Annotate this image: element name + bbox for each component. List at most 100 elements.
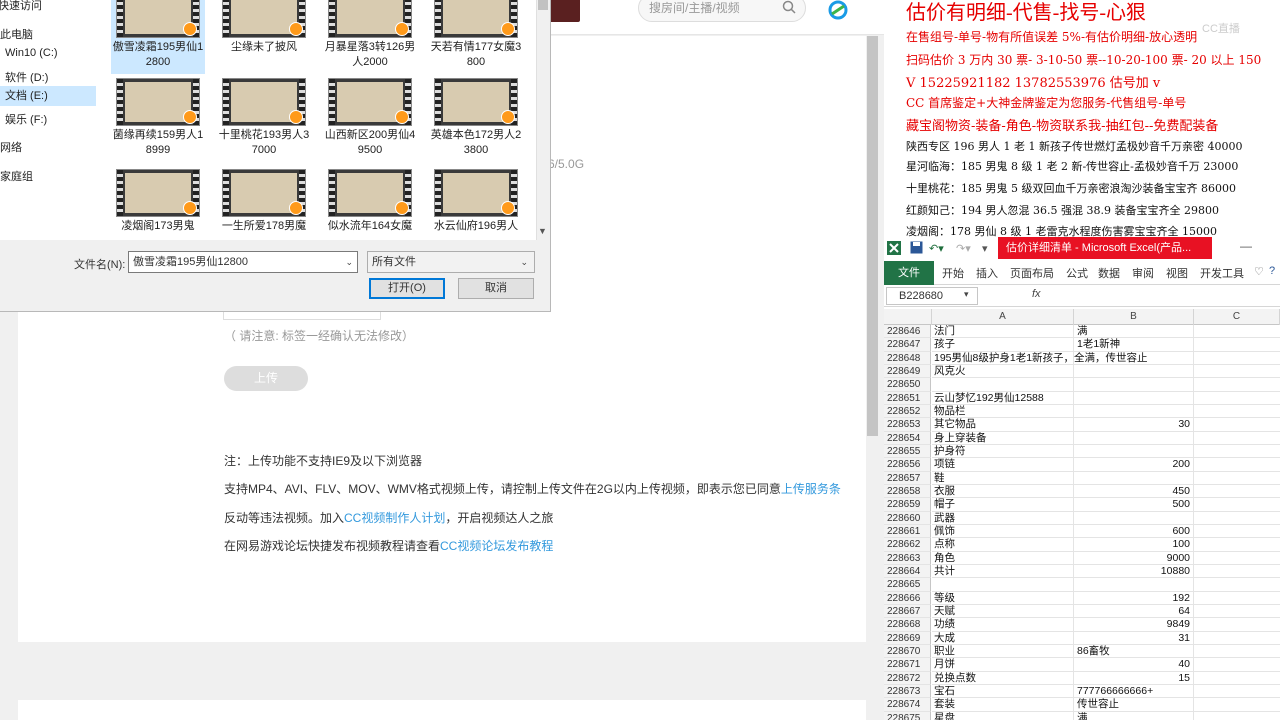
cell-a[interactable]: 月饼 bbox=[932, 658, 1074, 672]
row-number[interactable]: 228646 bbox=[884, 325, 931, 339]
customize-qat-icon[interactable]: ▾ bbox=[982, 242, 988, 255]
cell-a[interactable] bbox=[932, 378, 1074, 392]
row-number[interactable]: 228660 bbox=[884, 511, 931, 525]
cell-a[interactable]: 物品栏 bbox=[932, 404, 1074, 419]
row-number[interactable]: 228669 bbox=[884, 631, 931, 645]
cell-b[interactable]: 192 bbox=[1074, 591, 1194, 605]
tab-view[interactable]: 视图 bbox=[1166, 265, 1188, 281]
row-number[interactable]: 228657 bbox=[884, 471, 931, 485]
nav-drive-c[interactable]: Win10 (C:) bbox=[5, 47, 58, 59]
cell-a[interactable]: 套装 bbox=[932, 698, 1074, 712]
file-item[interactable]: 天若有情177女魔3800 bbox=[429, 0, 523, 70]
tab-formulas[interactable]: 公式 bbox=[1066, 265, 1088, 281]
undo-icon[interactable]: ↶▾ bbox=[929, 242, 944, 255]
cell-c[interactable] bbox=[1194, 578, 1280, 592]
cell-a[interactable]: 其它物品 bbox=[932, 418, 1074, 432]
cell-b[interactable] bbox=[1074, 391, 1194, 405]
cell-b[interactable]: 9000 bbox=[1074, 551, 1194, 565]
cell-a[interactable]: 功绩 bbox=[932, 618, 1074, 632]
cell-a[interactable]: 云山梦忆192男仙12588 bbox=[932, 391, 1074, 405]
minimize-icon[interactable]: — bbox=[1240, 239, 1252, 253]
cell-c[interactable] bbox=[1194, 658, 1280, 672]
cell-c[interactable] bbox=[1194, 392, 1280, 405]
cell-b[interactable]: 450 bbox=[1074, 484, 1194, 499]
row-number[interactable]: 228665 bbox=[884, 578, 931, 592]
cell-b[interactable]: 500 bbox=[1074, 498, 1194, 512]
file-list-scrollbar[interactable] bbox=[536, 0, 550, 240]
row-number[interactable]: 228667 bbox=[884, 604, 931, 619]
row-number[interactable]: 228650 bbox=[884, 378, 931, 392]
page-scrollbar-thumb[interactable] bbox=[867, 36, 878, 436]
cell-a[interactable]: 星盘 bbox=[932, 711, 1074, 720]
row-number[interactable]: 228663 bbox=[884, 551, 931, 565]
file-item[interactable]: 凌烟阁173男鬼 bbox=[111, 169, 205, 234]
cell-a[interactable]: 武器 bbox=[932, 511, 1074, 525]
chevron-down-icon[interactable]: ⌄ bbox=[345, 252, 353, 272]
cell-c[interactable] bbox=[1194, 685, 1280, 699]
nav-drive-f[interactable]: 娱乐 (F:) bbox=[5, 111, 47, 127]
cell-a[interactable]: 项链 bbox=[932, 458, 1074, 472]
cell-c[interactable] bbox=[1194, 525, 1280, 539]
cell-c[interactable] bbox=[1194, 538, 1280, 552]
file-item[interactable]: 傲雪凌霜195男仙12800 bbox=[111, 0, 205, 74]
cell-c[interactable] bbox=[1194, 618, 1280, 632]
cell-a[interactable]: 宝石 bbox=[932, 684, 1074, 699]
row-number[interactable]: 228659 bbox=[884, 498, 931, 512]
cell-a[interactable]: 风克火 bbox=[932, 364, 1074, 379]
terms-link[interactable]: 上传服务条 bbox=[781, 482, 841, 496]
row-number[interactable]: 228656 bbox=[884, 458, 931, 472]
nav-network[interactable]: 网络 bbox=[0, 139, 22, 155]
tab-file[interactable]: 文件 bbox=[884, 261, 934, 285]
nav-homegroup[interactable]: 家庭组 bbox=[0, 168, 33, 184]
row-number[interactable]: 228651 bbox=[884, 391, 931, 405]
cell-c[interactable] bbox=[1194, 338, 1280, 352]
help-icon[interactable]: ? bbox=[1269, 265, 1275, 277]
user-avatar[interactable] bbox=[548, 0, 580, 22]
file-item[interactable]: 十里桃花193男人37000 bbox=[217, 78, 311, 158]
row-number[interactable]: 228661 bbox=[884, 524, 931, 539]
cell-b[interactable]: 777766666666+ bbox=[1074, 684, 1194, 699]
row-number[interactable]: 228673 bbox=[884, 684, 931, 699]
cell-a[interactable]: 点称 bbox=[932, 538, 1074, 552]
column-header-c[interactable]: C bbox=[1194, 309, 1280, 325]
row-number[interactable]: 228675 bbox=[884, 711, 931, 720]
redo-icon[interactable]: ↷▾ bbox=[956, 242, 971, 255]
nav-drive-e[interactable]: 文档 (E:) bbox=[0, 86, 96, 106]
cell-a[interactable]: 职业 bbox=[932, 644, 1074, 659]
select-all-corner[interactable] bbox=[884, 309, 932, 325]
row-number[interactable]: 228668 bbox=[884, 618, 931, 632]
cell-a[interactable]: 角色 bbox=[932, 551, 1074, 565]
cell-b[interactable]: 传世容止 bbox=[1074, 698, 1194, 712]
file-item[interactable]: 尘缘未了披风 bbox=[217, 0, 311, 55]
cell-b[interactable]: 64 bbox=[1074, 604, 1194, 619]
row-number[interactable]: 228654 bbox=[884, 431, 931, 445]
cell-b[interactable]: 200 bbox=[1074, 458, 1194, 472]
file-item[interactable]: 英雄本色172男人23800 bbox=[429, 78, 523, 158]
cell-c[interactable] bbox=[1194, 512, 1280, 525]
nav-this-pc[interactable]: 此电脑 bbox=[0, 26, 33, 42]
chevron-down-icon[interactable]: ⌄ bbox=[520, 252, 528, 272]
cell-c[interactable] bbox=[1194, 365, 1280, 379]
cell-b[interactable]: 9849 bbox=[1074, 618, 1194, 632]
cell-a[interactable]: 帽子 bbox=[932, 498, 1074, 512]
filetype-select[interactable]: 所有文件 ⌄ bbox=[367, 251, 535, 273]
fx-icon[interactable]: fx bbox=[1032, 288, 1041, 300]
cell-c[interactable] bbox=[1194, 472, 1280, 485]
file-item[interactable]: 月暴星落3转126男人2000 bbox=[323, 0, 417, 70]
ribbon-collapse-icon[interactable]: ♡ bbox=[1254, 265, 1264, 278]
nav-quick-access[interactable]: 快速访问 bbox=[0, 0, 42, 13]
cell-b[interactable] bbox=[1074, 578, 1194, 592]
filename-input[interactable]: 傲雪凌霜195男仙12800 ⌄ bbox=[128, 251, 358, 273]
cell-c[interactable] bbox=[1194, 552, 1280, 565]
upload-button[interactable]: 上传 bbox=[224, 366, 308, 391]
tab-data[interactable]: 数据 bbox=[1098, 265, 1120, 281]
cell-c[interactable] bbox=[1194, 565, 1280, 579]
cell-b[interactable] bbox=[1074, 471, 1194, 485]
row-number[interactable]: 228674 bbox=[884, 698, 931, 712]
tab-insert[interactable]: 插入 bbox=[976, 265, 998, 281]
cell-b[interactable]: 满 bbox=[1074, 325, 1194, 339]
cell-b[interactable]: 100 bbox=[1074, 538, 1194, 552]
cell-c[interactable] bbox=[1194, 352, 1280, 365]
cell-b[interactable] bbox=[1074, 378, 1194, 392]
cell-a[interactable]: 衣服 bbox=[932, 484, 1074, 499]
